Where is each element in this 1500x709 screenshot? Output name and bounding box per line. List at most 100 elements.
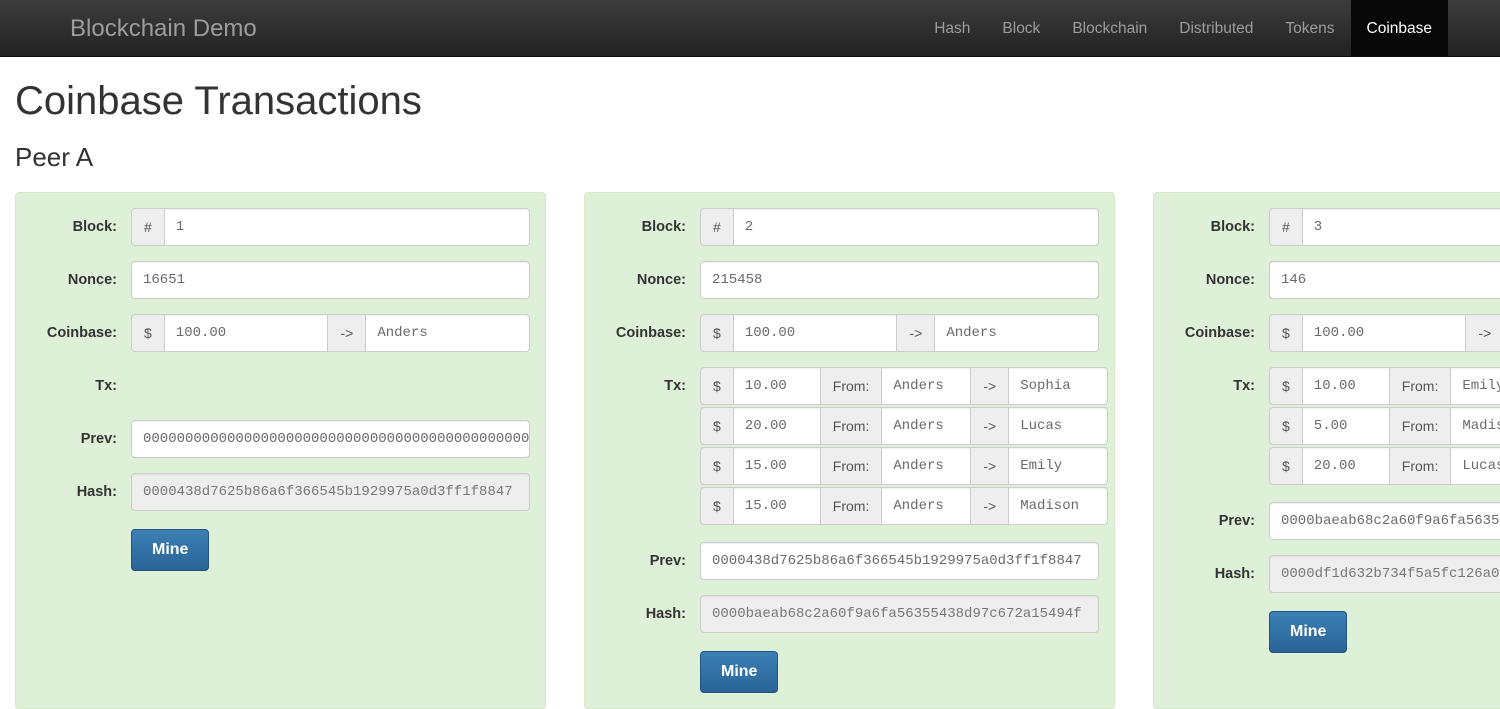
page-title: Coinbase Transactions <box>15 79 422 123</box>
tx-list: $10.00 From: Anders -> Sophia $20.00 From: Ande… <box>700 367 1109 527</box>
arrow-addon: -> <box>1466 314 1500 352</box>
nonce-label: Nonce: <box>1205 272 1255 288</box>
mine-button-row: Mine <box>1169 608 1500 653</box>
hash-label: Hash: <box>1214 566 1255 582</box>
tx-dollar-addon: $ <box>1269 447 1302 485</box>
block-number-input[interactable]: 2 <box>732 208 1099 246</box>
block-number-group: # 2 <box>700 208 1099 246</box>
prev-hash-input[interactable]: 0000438d7625b86a6f366545b1929975a0d3ff1f… <box>700 542 1099 580</box>
hash-row: Hash: 0000df1d632b734f5a5fc126a0f <box>1169 555 1500 593</box>
nav-item-blockchain[interactable]: Blockchain <box>1056 0 1163 56</box>
tx-sender-input[interactable]: Anders <box>881 367 972 405</box>
hash-group: 0000baeab68c2a60f9a6fa56355438d97c672a15… <box>700 595 1099 633</box>
nonce-input[interactable]: 146 <box>1269 261 1500 299</box>
nav-item-tokens[interactable]: Tokens <box>1269 0 1350 56</box>
tx-recipient-input[interactable]: Lucas <box>1008 407 1109 445</box>
hash-row: Hash: 0000438d7625b86a6f366545b1929975a0… <box>31 473 530 511</box>
nav-item-coinbase[interactable]: Coinbase <box>1350 0 1448 56</box>
nonce-group: 146 <box>1269 261 1500 299</box>
tx-sender-input[interactable]: Anders <box>881 447 972 485</box>
nonce-row: Nonce: 215458 <box>600 261 1099 299</box>
block-label: Block: <box>72 219 117 235</box>
hash-group: 0000df1d632b734f5a5fc126a0f <box>1269 555 1500 593</box>
arrow-addon: -> <box>897 314 935 352</box>
coinbase-label: Coinbase: <box>615 325 686 341</box>
tx-arrow-addon: -> <box>971 407 1009 445</box>
coinbase-amount-input[interactable]: 100.00 <box>732 314 898 352</box>
coinbase-group: $ 100.00 -> Anders <box>700 314 1100 352</box>
tx-sender-input[interactable]: Lucas <box>1450 447 1500 485</box>
tx-recipient-input[interactable]: Sophia <box>1008 367 1109 405</box>
tx-sender-input[interactable]: Anders <box>881 487 972 525</box>
tx-recipient-input[interactable]: Emily <box>1008 447 1109 485</box>
navbar-links: Hash Block Blockchain Distributed Tokens… <box>918 0 1448 56</box>
tx-dollar-addon: $ <box>1269 407 1302 445</box>
nav-item-block[interactable]: Block <box>986 0 1056 56</box>
tx-dollar-addon: $ <box>700 447 733 485</box>
tx-arrow-addon: -> <box>971 447 1009 485</box>
prev-row: Prev: 0000438d7625b86a6f366545b1929975a0… <box>600 542 1099 580</box>
tx-row-section: Tx: $10.00 From: Anders -> Sophia $20.00 From:… <box>600 367 1109 527</box>
nav-item-hash[interactable]: Hash <box>918 0 986 56</box>
tx-row: $15.00 From: Anders -> Madison <box>700 487 1109 525</box>
tx-amount-input[interactable]: 5.00 <box>1301 407 1390 445</box>
nonce-row: Nonce: 16651 <box>31 261 530 299</box>
block-number-row: Block: # 1 <box>31 208 530 246</box>
tx-sender-input[interactable]: Anders <box>881 407 972 445</box>
tx-sender-input[interactable]: Madison <box>1450 407 1500 445</box>
tx-row: $10.00From:Emily->Anders <box>1269 367 1500 405</box>
block-number-group: # 3 <box>1269 208 1500 246</box>
mine-button-row: Mine <box>600 648 1099 693</box>
block-number-input[interactable]: 3 <box>1301 208 1500 246</box>
nonce-input[interactable]: 16651 <box>131 261 530 299</box>
tx-recipient-input[interactable]: Madison <box>1008 487 1109 525</box>
tx-amount-input[interactable]: 20.00 <box>1301 447 1390 485</box>
block-number-row: Block: # 3 <box>1169 208 1500 246</box>
mine-button[interactable]: Mine <box>700 651 779 693</box>
coinbase-recipient-input[interactable]: Anders <box>934 314 1100 352</box>
prev-label: Prev: <box>649 553 686 569</box>
coinbase-group: $ 100.00 -> Anders <box>1269 314 1500 352</box>
hash-group: 0000438d7625b86a6f366545b1929975a0d3ff1f… <box>131 473 530 511</box>
mine-button[interactable]: Mine <box>1269 611 1348 653</box>
nonce-input[interactable]: 215458 <box>700 261 1099 299</box>
page-content: Coinbase Transactions Peer A <box>0 79 1500 172</box>
nonce-row: Nonce: 146 <box>1169 261 1500 299</box>
brand-link[interactable]: Blockchain Demo <box>55 0 272 56</box>
blocks-row: Block: # 1 Nonce: 16651 Coinbase: $ 100.… <box>15 192 1500 709</box>
nonce-label: Nonce: <box>636 272 686 288</box>
prev-hash-input[interactable]: 0000000000000000000000000000000000000000… <box>131 420 530 458</box>
tx-amount-input[interactable]: 10.00 <box>1301 367 1390 405</box>
mine-button-row: Mine <box>31 526 530 571</box>
tx-amount-input[interactable]: 15.00 <box>732 447 821 485</box>
top-navbar: Blockchain Demo Hash Block Blockchain Di… <box>0 0 1500 57</box>
tx-list: $10.00From:Emily->Anders$5.00From:Madiso… <box>1269 367 1500 487</box>
tx-dollar-addon: $ <box>700 407 733 445</box>
mine-button[interactable]: Mine <box>131 529 210 571</box>
coinbase-amount-input[interactable]: 100.00 <box>163 314 329 352</box>
tx-arrow-addon: -> <box>971 367 1009 405</box>
tx-row: $20.00From:Lucas->Anders <box>1269 447 1500 485</box>
prev-hash-input[interactable]: 0000baeab68c2a60f9a6fa563554 <box>1269 502 1500 540</box>
tx-dollar-addon: $ <box>700 487 733 525</box>
tx-label: Tx: <box>95 378 117 394</box>
nonce-label: Nonce: <box>67 272 117 288</box>
coinbase-recipient-input[interactable]: Anders <box>365 314 531 352</box>
tx-amount-input[interactable]: 10.00 <box>732 367 821 405</box>
coinbase-amount-input[interactable]: 100.00 <box>1301 314 1467 352</box>
dollar-sign-addon: $ <box>131 314 164 352</box>
nav-item-distributed[interactable]: Distributed <box>1163 0 1269 56</box>
tx-amount-input[interactable]: 15.00 <box>732 487 821 525</box>
tx-sender-input[interactable]: Emily <box>1450 367 1500 405</box>
tx-arrow-addon: -> <box>971 487 1009 525</box>
hash-input: 0000baeab68c2a60f9a6fa56355438d97c672a15… <box>700 595 1099 633</box>
block-number-input[interactable]: 1 <box>163 208 530 246</box>
dollar-sign-addon: $ <box>700 314 733 352</box>
tx-dollar-addon: $ <box>1269 367 1302 405</box>
tx-row: $10.00 From: Anders -> Sophia <box>700 367 1109 405</box>
block-label: Block: <box>641 219 686 235</box>
prev-group: 0000438d7625b86a6f366545b1929975a0d3ff1f… <box>700 542 1099 580</box>
nonce-group: 16651 <box>131 261 530 299</box>
tx-dollar-addon: $ <box>700 367 733 405</box>
tx-amount-input[interactable]: 20.00 <box>732 407 821 445</box>
